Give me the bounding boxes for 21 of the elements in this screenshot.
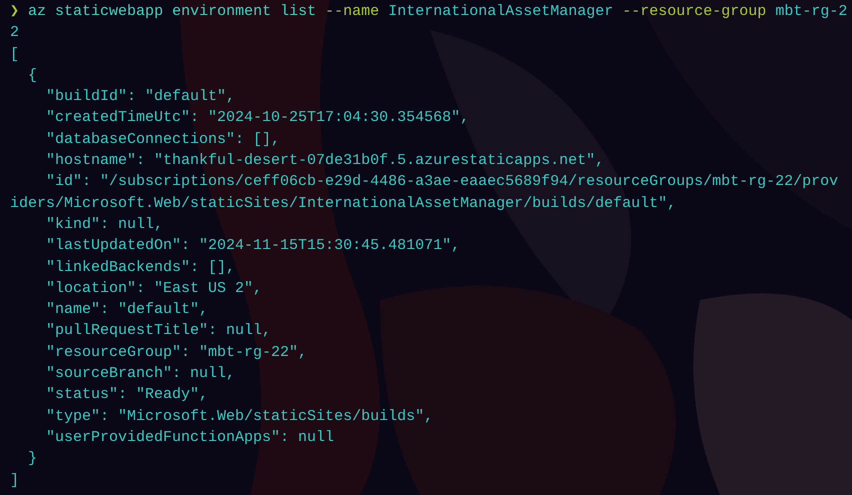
- output-line: "hostname": "thankful-desert-07de31b0f.5.azurestaticapps.net",: [45, 151, 604, 172]
- output-line: "pullRequestTitle": null,: [45, 321, 272, 342]
- output-line: "createdTimeUtc": "2024-10-25T17:04:30.354568",: [45, 108, 470, 128]
- output-line: "linkedBackends": [],: [45, 258, 236, 278]
- output-line: {: [27, 66, 38, 86]
- output-line: "resourceGroup": "mbt-rg-22",: [45, 342, 308, 363]
- output-line: "name": "default",: [45, 300, 208, 320]
- output-line: "kind": null,: [45, 214, 164, 235]
- output-line: "buildId": "default",: [45, 87, 236, 108]
- output-line: [: [10, 44, 20, 65]
- output-line: "location": "East US 2",: [45, 278, 262, 299]
- output-line: "type": "Microsoft.Web/staticSites/builds",: [45, 406, 434, 427]
- output-line: "userProvidedFunctionApps": null: [45, 428, 334, 448]
- output-line: "id": "/subscriptions/ceff06cb-e29d-4486-a3ae-eaaec5689f94/resourceGroups/mbt-rg-22/providers/Microsoft.Web/staticSites/InternationalAssetManager/builds/default",: [10, 172, 840, 214]
- command-line: ❯ az staticwebapp environment list --name InternationalAssetManager --resource-group mbt-rg-22: [10, 2, 848, 44]
- output-line: }: [27, 449, 38, 470]
- output-line: "status": "Ready",: [45, 385, 208, 406]
- output-line: ]: [10, 470, 20, 491]
- output-line: "sourceBranch": null,: [45, 364, 236, 384]
- output-line: "databaseConnections": [],: [45, 130, 280, 150]
- output-line: "lastUpdatedOn": "2024-11-15T15:30:45.481071",: [45, 236, 460, 256]
